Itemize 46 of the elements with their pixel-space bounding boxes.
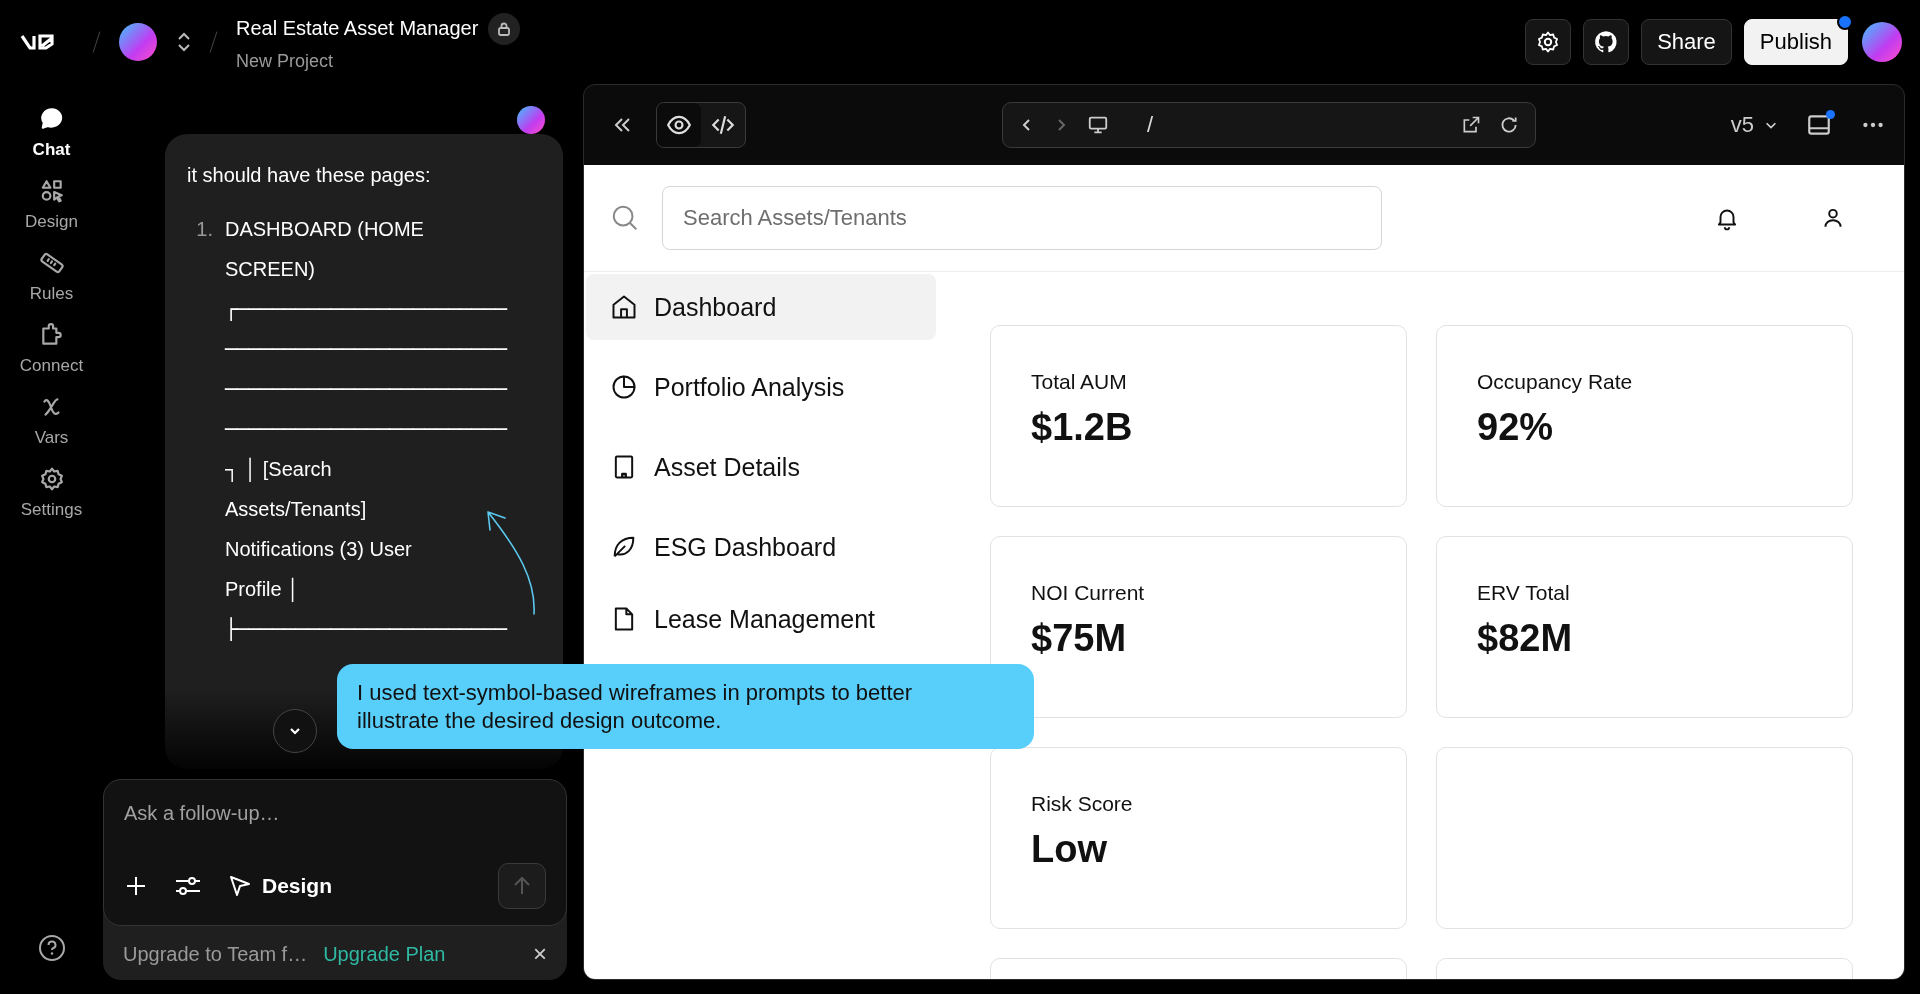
metric-value: Low (1031, 828, 1108, 871)
wireframe-line: ┌─────────────────────── (225, 296, 509, 323)
metric-value: $1.2B (1031, 406, 1134, 449)
nav-item[interactable]: Portfolio Analysis (586, 354, 936, 420)
rail-tab[interactable]: Vars (6, 394, 97, 448)
close-button[interactable]: × (533, 940, 547, 968)
metric-label: NOI Current (1031, 581, 1146, 605)
address-path: / (1147, 112, 1154, 138)
search-field[interactable]: Search Assets/Tenants (662, 186, 1382, 250)
wireframe-line: ┐ │ [Search (225, 456, 333, 484)
project-subtitle: New Project (236, 50, 335, 72)
nav-item[interactable]: Asset Details (586, 434, 936, 500)
nav-item[interactable]: Dashboard (586, 274, 936, 340)
list-number: 1. (195, 217, 213, 242)
rail-tab[interactable]: Settings (6, 466, 97, 520)
address-bar[interactable]: / (1002, 102, 1536, 148)
chat-input[interactable]: Ask a follow-up… Design (103, 779, 567, 926)
wireframe-line: Assets/Tenants] (225, 497, 368, 522)
list-item-text: DASHBOARD (HOME SCREEN) (225, 217, 425, 282)
header-button[interactable]: Share (1641, 19, 1732, 65)
version-dropdown[interactable]: v5 (1730, 112, 1778, 138)
wireframe-line: ──────────────────────── (225, 376, 509, 403)
rail-tab[interactable]: Connect (6, 322, 97, 376)
wireframe-line: Profile │ (225, 576, 301, 604)
annotation-callout: I used text-symbol-based wireframes in prompts to better illustrate the desired design outcome. (337, 664, 1034, 749)
project-title: Real Estate Asset Manager (236, 17, 479, 40)
nav-item[interactable]: Lease Management (586, 594, 936, 644)
upgrade-link[interactable]: Upgrade Plan (323, 942, 446, 966)
metric-label: Occupancy Rate (1477, 370, 1634, 394)
wireframe-line: ├─────────────────────── (225, 616, 509, 643)
wireframe-line: Notifications (3) User (225, 537, 413, 562)
rail-tab[interactable]: Design (6, 178, 97, 232)
rail-tab[interactable]: Rules (6, 250, 97, 304)
design-mode-button[interactable]: Design (228, 874, 332, 898)
wireframe-line: ──────────────────────── (225, 416, 509, 443)
metric-value: $75M (1031, 617, 1128, 660)
metric-label: Total AUM (1031, 370, 1128, 394)
nav-item[interactable]: ESG Dashboard (586, 514, 936, 580)
metric-label: Risk Score (1031, 792, 1134, 816)
upgrade-text: Upgrade to Team f… (123, 942, 308, 966)
wireframe-line: ──────────────────────── (225, 336, 509, 363)
message-text: it should have these pages: (187, 164, 432, 187)
metric-label: ERV Total (1477, 581, 1571, 605)
rail-tab[interactable]: Chat (6, 106, 97, 160)
metric-value: $82M (1477, 617, 1574, 660)
metric-value: 92% (1477, 406, 1555, 449)
